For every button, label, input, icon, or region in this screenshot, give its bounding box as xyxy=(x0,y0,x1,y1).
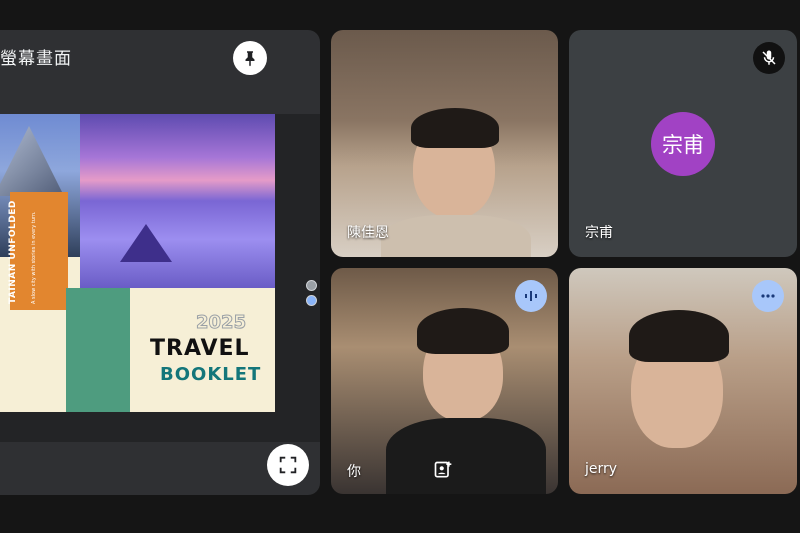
slide-vertical-subtitle: A slow city with stories in every turn. xyxy=(31,211,37,304)
slide-title-band: TAINAN UNFOLDED A slow city with stories… xyxy=(8,192,68,310)
more-options-button[interactable] xyxy=(752,280,784,312)
participant-hair xyxy=(629,310,729,362)
participant-tile-self[interactable]: 你 xyxy=(331,268,558,494)
participant-tile-1[interactable]: 陳佳恩 xyxy=(331,30,558,257)
mic-off-icon xyxy=(762,50,776,65)
slide-green-block xyxy=(66,288,130,412)
slide-heading-booklet: BOOKLET xyxy=(160,364,262,385)
avatar: 宗甫 xyxy=(651,112,715,176)
participant-tile-4[interactable]: jerry xyxy=(569,268,797,494)
more-options-icon xyxy=(761,294,775,298)
muted-indicator xyxy=(753,42,785,74)
participant-tile-2[interactable]: 宗甫 宗甫 xyxy=(569,30,797,257)
participant-name: 陳佳恩 xyxy=(347,225,389,241)
pin-button[interactable] xyxy=(233,41,267,75)
screen-share-title: 螢幕畫面 xyxy=(0,49,72,69)
slide-year: 2025 xyxy=(195,312,247,334)
reframe-button[interactable] xyxy=(431,458,455,482)
page-dot-active[interactable] xyxy=(306,295,317,306)
participant-hair xyxy=(411,108,499,148)
slide-heading-travel: TRAVEL xyxy=(150,336,250,361)
page-indicator[interactable] xyxy=(306,280,318,310)
slide-vertical-title: TAINAN UNFOLDED xyxy=(8,200,18,304)
participant-name: jerry xyxy=(585,461,618,477)
audio-indicator xyxy=(515,280,547,312)
audio-level-icon xyxy=(525,291,537,301)
reframe-icon xyxy=(434,461,452,478)
participant-shirt xyxy=(386,418,546,494)
participant-shirt xyxy=(381,215,531,257)
fullscreen-button[interactable] xyxy=(267,444,309,486)
fullscreen-icon xyxy=(279,456,297,474)
shared-slide: TAINAN UNFOLDED A slow city with stories… xyxy=(0,114,275,412)
slide-photo-salt-field xyxy=(80,114,275,288)
participant-hair xyxy=(417,308,509,354)
pin-icon xyxy=(245,51,255,67)
participant-name: 宗甫 xyxy=(585,225,613,241)
page-dot[interactable] xyxy=(306,280,317,291)
shared-slide-area: TAINAN UNFOLDED A slow city with stories… xyxy=(0,114,320,442)
screen-share-tile[interactable]: 螢幕畫面 TAINAN UNFOLDED A slow city with st… xyxy=(0,30,320,495)
participant-name: 你 xyxy=(347,464,361,480)
